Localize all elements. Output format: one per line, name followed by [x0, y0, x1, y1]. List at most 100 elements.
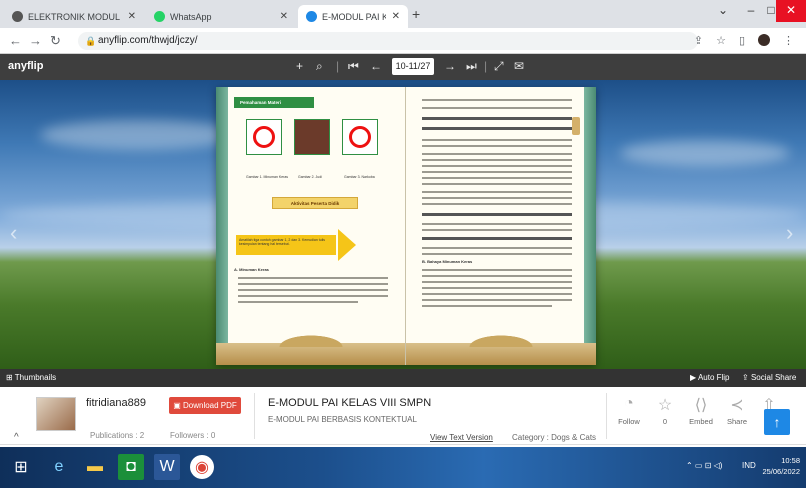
- reload-icon[interactable]: ↻: [50, 33, 61, 49]
- tab-emodul-pai[interactable]: E-MODUL PAI KELAS VIII SMPN ✕: [298, 5, 408, 28]
- activity-box: Amatilah tiga contoh gambar 1, 2 dan 3. …: [236, 235, 336, 255]
- collapse-chevron-icon[interactable]: ^: [14, 432, 19, 443]
- text-line: [422, 299, 572, 301]
- social-share-button[interactable]: ⇪ Social Share: [742, 373, 796, 382]
- forward-icon[interactable]: →: [29, 33, 42, 48]
- file-explorer-icon[interactable]: ▬: [82, 454, 108, 480]
- previous-page-icon[interactable]: ←: [370, 59, 382, 73]
- close-tab-icon[interactable]: ✕: [128, 11, 136, 22]
- text-line: [422, 229, 572, 231]
- thumbnails-button[interactable]: ⊞ Thumbnails: [6, 373, 56, 382]
- share-icon: ⇪: [742, 373, 751, 382]
- book-page-left: Pemahaman Materi Gambar 1. Minuman Keras…: [216, 87, 406, 365]
- next-page-icon[interactable]: →: [444, 59, 456, 73]
- activity-arrow: [338, 229, 356, 261]
- embed-button[interactable]: ⟨⟩ Embed: [684, 395, 718, 426]
- text-line: [422, 203, 572, 205]
- text-line: [422, 247, 572, 249]
- windows-taskbar: ⊞ e ▬ ◘ W ◉ ⌃ ▭ ⊡ ◁) IND 10:58 25/06/202…: [0, 447, 806, 488]
- next-flip-icon[interactable]: ›: [786, 220, 793, 246]
- prohibited-icon: [253, 126, 275, 148]
- activity-banner: Aktivitas Peserta Didik: [272, 197, 358, 209]
- new-tab-icon[interactable]: +: [412, 6, 420, 22]
- book-page-right: B. Bahaya Minuman Keras: [406, 87, 596, 365]
- zoom-in-icon[interactable]: +: [296, 59, 303, 73]
- open-book[interactable]: Pemahaman Materi Gambar 1. Minuman Keras…: [216, 87, 596, 365]
- share-button[interactable]: ≺ Share: [720, 395, 754, 426]
- tab-whatsapp[interactable]: WhatsApp ✕: [146, 5, 296, 28]
- url-field[interactable]: 🔒 anyflip.com/thwjd/jczy/: [78, 32, 698, 50]
- close-window-icon[interactable]: ✕: [776, 0, 806, 22]
- chevron-down-icon[interactable]: ⌄: [708, 0, 738, 22]
- search-icon[interactable]: ⌕: [316, 59, 323, 74]
- prohibited-icon: [349, 126, 371, 148]
- arrow-up-icon: ↑: [773, 414, 781, 430]
- auto-flip-button[interactable]: ▶ Auto Flip: [690, 373, 730, 382]
- close-tab-icon[interactable]: ✕: [280, 11, 288, 22]
- menu-dots-icon[interactable]: ⋮: [783, 34, 794, 47]
- fullscreen-icon[interactable]: ⤢: [494, 59, 504, 74]
- anyflip-logo[interactable]: anyflip: [8, 60, 43, 72]
- divider: [606, 393, 607, 439]
- image-caption: Gambar 1. Minuman Keras: [246, 175, 289, 179]
- profile-avatar[interactable]: [758, 34, 770, 46]
- word-icon[interactable]: W: [154, 454, 180, 480]
- text-line: [238, 301, 358, 303]
- mosque-ornament: [446, 327, 556, 347]
- page-ornament: [216, 87, 228, 365]
- text-line: [422, 223, 572, 225]
- tab-elektronik-modul[interactable]: ELEKTRONIK MODUL BERBASIS ✕: [4, 5, 144, 28]
- page-number-input[interactable]: 10-11/27: [392, 58, 434, 75]
- system-clock[interactable]: 10:58 25/06/2022: [762, 455, 800, 477]
- close-tab-icon[interactable]: ✕: [392, 11, 400, 22]
- text-line: [422, 281, 572, 283]
- first-page-icon[interactable]: ⏮: [348, 59, 359, 74]
- text-line: [422, 165, 572, 167]
- last-page-icon[interactable]: ⏭: [466, 59, 477, 74]
- store-icon[interactable]: ◘: [118, 454, 144, 480]
- arabic-text-line: [422, 127, 572, 130]
- arabic-text-line: [422, 213, 572, 216]
- mosque-ornament: [256, 327, 366, 347]
- section-title: Pemahaman Materi: [234, 97, 314, 108]
- publication-subtitle: E-MODUL PAI BERBASIS KONTEKTUAL: [268, 415, 417, 424]
- flipbook-viewer: ‹ › Pemahaman Materi Gambar 1. Minuman K…: [0, 80, 806, 369]
- followers-count[interactable]: Followers : 0: [170, 431, 215, 440]
- category-label[interactable]: Category : Dogs & Cats: [512, 433, 596, 442]
- text-line: [422, 253, 572, 255]
- follow-button[interactable]: ◔ Follow: [612, 395, 646, 426]
- chrome-icon[interactable]: ◉: [190, 455, 214, 479]
- windows-start-icon[interactable]: ⊞: [8, 454, 34, 480]
- publications-count[interactable]: Publications : 2: [90, 431, 144, 440]
- browser-actions: ⇪ ☆ ▯ ⋮: [694, 34, 794, 47]
- back-icon[interactable]: ←: [9, 33, 22, 48]
- share-page-icon[interactable]: ⇪: [694, 34, 703, 47]
- play-icon: ▶: [690, 373, 698, 382]
- email-icon[interactable]: ✉: [514, 59, 524, 73]
- whatsapp-icon: [154, 11, 165, 22]
- publisher-name[interactable]: fitridiana889: [86, 397, 146, 409]
- text-line: [422, 177, 572, 179]
- tray-icons[interactable]: ⌃ ▭ ⊡ ◁): [686, 461, 722, 470]
- prev-flip-icon[interactable]: ‹: [10, 220, 17, 246]
- view-text-version-link[interactable]: View Text Version: [430, 433, 493, 442]
- anyflip-favicon-icon: [12, 11, 23, 22]
- bookmark-star-icon[interactable]: ☆: [716, 34, 726, 47]
- publisher-avatar[interactable]: [36, 397, 76, 431]
- sidebar-icon[interactable]: ▯: [739, 34, 745, 47]
- text-line: [422, 171, 572, 173]
- image-caption: Gambar 2. Judi: [298, 175, 322, 179]
- download-pdf-button[interactable]: ▣ Download PDF: [169, 397, 241, 414]
- internet-explorer-icon[interactable]: e: [46, 454, 72, 480]
- favorite-button[interactable]: ☆ 0: [648, 395, 682, 426]
- image-caption: Gambar 3. Narkoba: [344, 175, 375, 179]
- pdf-icon: ▣: [173, 401, 183, 410]
- anyflip-toolbar: anyflip + ⌕ | ⏮ ← 10-11/27 → ⏭ | ⤢ ✉: [0, 54, 806, 80]
- viewer-bottom-bar: ⊞ Thumbnails ▶ Auto Flip ⇪ Social Share: [0, 369, 806, 387]
- language-indicator[interactable]: IND: [742, 461, 756, 470]
- drugs-image: [342, 119, 378, 155]
- section-heading: A. Minuman Keras: [234, 267, 269, 272]
- anyflip-favicon-icon: [306, 11, 317, 22]
- page-ornament: [584, 87, 596, 365]
- scroll-to-top-button[interactable]: ↑: [764, 409, 790, 435]
